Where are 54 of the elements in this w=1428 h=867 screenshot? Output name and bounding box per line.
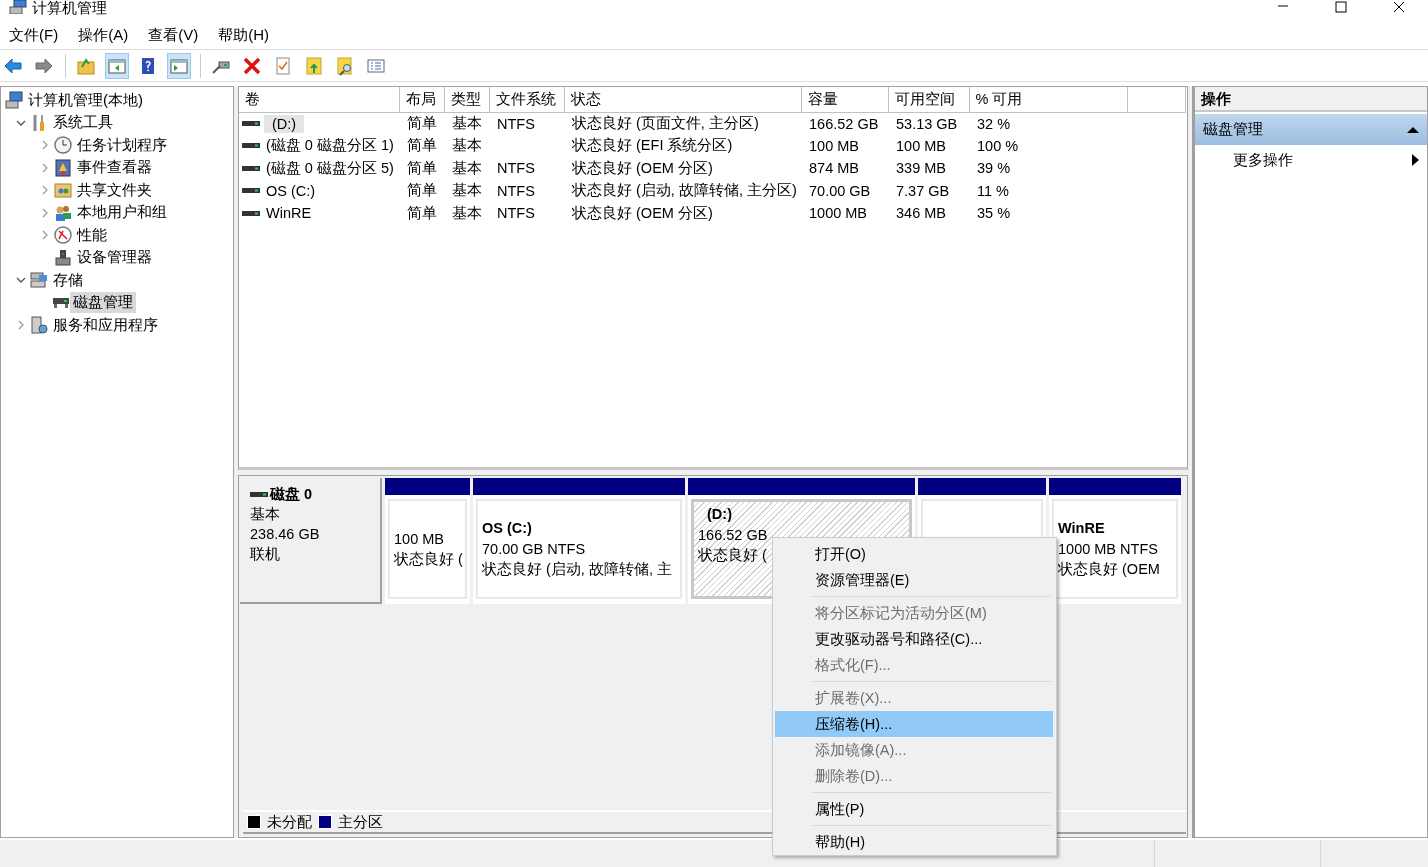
table-cell-text: 346 MB [895, 204, 947, 224]
table-cell-text: 874 MB [808, 159, 860, 179]
panel-title: 操作 [1201, 91, 1231, 107]
table-cell-text: 39 % [976, 159, 1012, 179]
table-cell-text: 状态良好 (EFI 系统分区) [571, 136, 734, 156]
table-cell-text: 1000 MB [808, 204, 869, 224]
legend-label: 主分区 [338, 812, 383, 832]
window-title: 计算机管理 [32, 0, 107, 16]
partition-detail: 70.00 GB NTFS [482, 539, 586, 559]
disk-size: 238.46 GB [250, 525, 321, 544]
partition-status: 状态良好 ( [698, 546, 767, 565]
table-cell-text: 基本 [451, 158, 483, 178]
table-cell-text: 35 % [976, 204, 1012, 224]
partition-status: 状态良好 (OEM [1058, 560, 1160, 580]
table-cell: NTFS [489, 112, 564, 135]
table-cell-text: 简单 [406, 181, 438, 201]
table-cell-text: 基本 [451, 181, 483, 201]
table-cell-text: NTFS [496, 204, 536, 224]
partition-status: 状态良好 (启动, 故障转储, 主 [482, 560, 672, 580]
disk-name: 磁盘 0 [270, 485, 313, 504]
partition-status: 状态良好 ( [394, 550, 463, 569]
partition-name: WinRE [1058, 519, 1105, 539]
table-cell-text: 状态良好 (OEM 分区) [571, 203, 714, 223]
table-cell-text: 简单 [406, 203, 438, 223]
table-cell-text: 状态良好 (启动, 故障转储, 主分区) [571, 181, 798, 201]
disk-type: 基本 [250, 505, 281, 524]
table-cell-text: 状态良好 (OEM 分区) [571, 158, 714, 178]
table-cell: 166.52 GB [801, 112, 888, 135]
table-cell-text: 11 % [976, 181, 1010, 201]
table-cell: 基本 [444, 112, 489, 135]
table-cell-text: 基本 [451, 203, 483, 223]
disk-status: 联机 [250, 545, 281, 564]
table-cell-text: NTFS [496, 159, 536, 179]
table-cell-text: 简单 [406, 136, 438, 156]
action-group-label: 磁盘管理 [1203, 120, 1263, 139]
table-cell: 状态良好 (页面文件, 主分区) [564, 112, 801, 135]
table-cell: 32 % [969, 112, 1127, 135]
table-cell-text: 简单 [406, 158, 438, 178]
partition-detail: 100 MB [394, 529, 444, 549]
table-cell: 53.13 GB [888, 112, 969, 135]
legend-label: 未分配 [267, 812, 312, 832]
partition-name: (D:) [706, 505, 732, 524]
partition-detail: 166.52 GB [698, 525, 768, 545]
partition-detail: 1000 MB NTFS [1058, 539, 1158, 559]
table-cell: 简单 [399, 112, 444, 135]
table-cell-text: 339 MB [895, 159, 947, 179]
table-cell-text: 100 MB [895, 136, 947, 156]
table-cell-text: NTFS [496, 181, 536, 201]
table-cell-text: 100 MB [808, 136, 860, 156]
table-cell-text: 70.00 GB [808, 181, 872, 201]
table-cell-text: 基本 [451, 136, 483, 156]
table-cell-text: 7.37 GB [895, 181, 951, 201]
partition-name: OS (C:) [482, 519, 532, 539]
table-cell-text: 100 % [976, 136, 1020, 156]
